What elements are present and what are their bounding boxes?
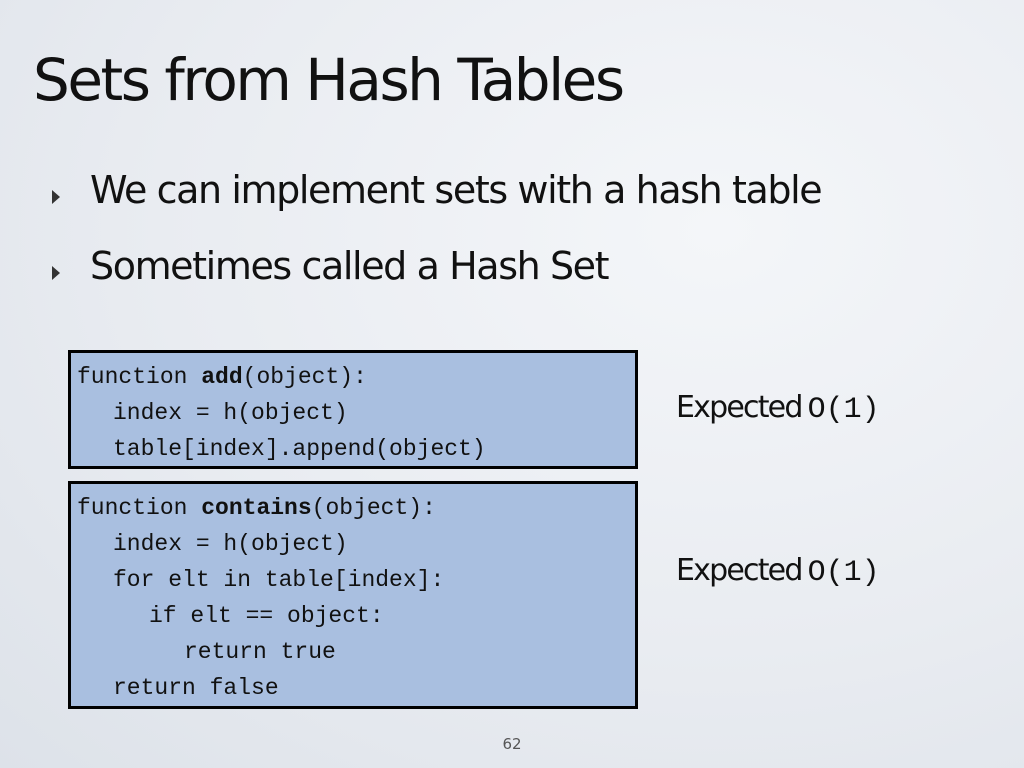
expected-label: Expected <box>676 390 803 425</box>
code-block-add: function add(object): index = h(object) … <box>68 350 638 469</box>
code-line: return true <box>184 639 336 665</box>
bullet-text: We can implement sets with a hash table <box>90 168 823 212</box>
function-name: add <box>201 364 243 390</box>
expected-contains: Expected O(1) <box>676 553 880 590</box>
bullet-text: Sometimes called a Hash Set <box>90 244 610 288</box>
code-line: function add(object): <box>77 359 367 395</box>
slide-title: Sets from Hash Tables <box>33 46 625 114</box>
code-keyword: function <box>77 364 202 390</box>
function-name: contains <box>201 495 312 521</box>
complexity-value: O(1) <box>807 393 880 427</box>
code-block-contains: function contains(object): index = h(obj… <box>68 481 638 709</box>
code-line: function contains(object): <box>77 490 436 526</box>
code-line: table[index].append(object) <box>113 436 486 462</box>
code-keyword: function <box>77 495 202 521</box>
expected-add: Expected O(1) <box>676 390 880 427</box>
page-number: 62 <box>502 735 522 753</box>
code-line: return false <box>113 675 279 701</box>
code-line: if elt == object: <box>149 603 384 629</box>
code-line: index = h(object) <box>113 531 348 557</box>
bullet-arrow-icon <box>52 190 60 204</box>
code-line: for elt in table[index]: <box>113 567 445 593</box>
code-line: index = h(object) <box>113 400 348 426</box>
bullet-arrow-icon <box>52 266 60 280</box>
code-params: (object): <box>311 495 436 521</box>
expected-label: Expected <box>676 553 803 588</box>
complexity-value: O(1) <box>807 556 880 590</box>
code-params: (object): <box>242 364 367 390</box>
